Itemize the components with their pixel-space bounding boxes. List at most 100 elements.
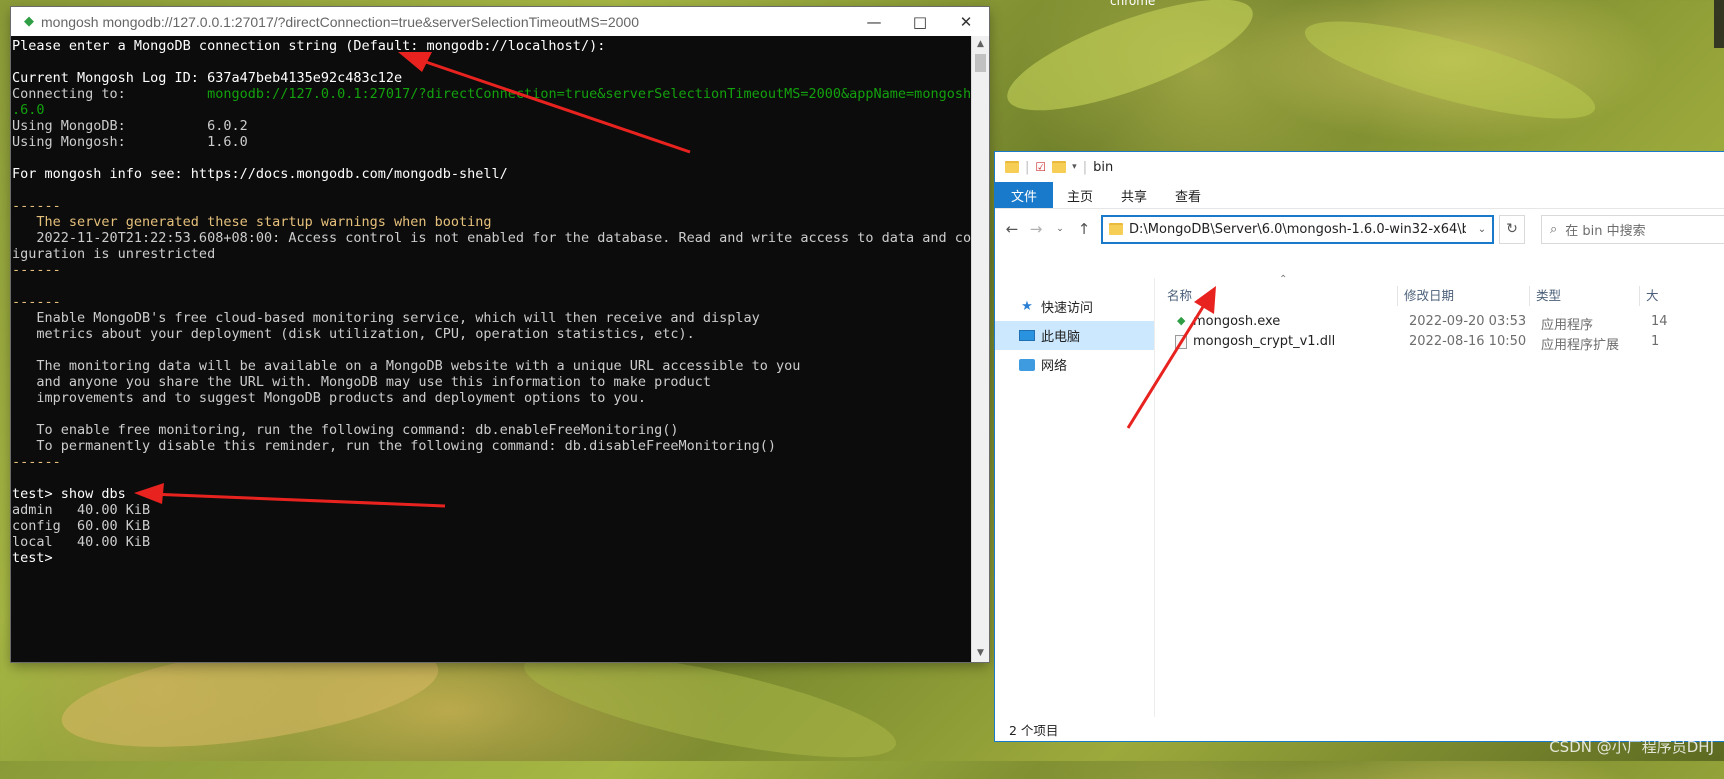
nav-item-quick-access[interactable]: ★ 快速访问 — [995, 292, 1154, 321]
file-date: 2022-08-16 10:50 — [1409, 334, 1527, 349]
file-type: 应用程序扩展 — [1541, 338, 1620, 353]
console-text: ------ — [12, 294, 61, 310]
close-button[interactable]: ✕ — [943, 7, 989, 36]
recent-locations-icon[interactable]: ⌄ — [1049, 224, 1071, 234]
ribbon-tabs: 文件 主页 共享 查看 — [995, 182, 1724, 209]
customize-toolbar-icon[interactable]: ▾ — [1072, 162, 1077, 172]
console-text: The monitoring data will be available on… — [12, 358, 801, 374]
refresh-button[interactable]: ↻ — [1499, 214, 1525, 244]
toolbar-separator: | — [1025, 159, 1030, 175]
terminal-console[interactable]: Please enter a MongoDB connection string… — [11, 36, 972, 662]
sort-ascending-icon: ⌃ — [1279, 274, 1288, 285]
console-line: admin 40.00 KiB — [12, 502, 972, 518]
search-icon: ⌕ — [1550, 221, 1558, 237]
console-text: and anyone you share the URL with. Mongo… — [12, 374, 711, 390]
new-folder-icon[interactable] — [1052, 161, 1067, 173]
file-row[interactable]: ◆ mongosh.exe 2022-09-20 03:53 应用程序 14 — [1155, 312, 1724, 333]
watermark: CSDN @小厂程序员DHJ — [1549, 738, 1714, 756]
console-line: ------ — [12, 454, 972, 470]
folder-icon — [1005, 161, 1019, 173]
search-placeholder[interactable]: 在 bin 中搜索 — [1565, 220, 1645, 239]
network-icon — [1019, 358, 1035, 371]
wallpaper-leaf — [995, 0, 1265, 133]
dll-file-icon — [1175, 335, 1187, 349]
window-title: bin — [1093, 159, 1114, 175]
console-line: 2022-11-20T21:22:53.608+08:00: Access co… — [12, 230, 972, 246]
mongodb-leaf-icon: ◆ — [24, 14, 34, 29]
back-arrow-icon[interactable]: ← — [1001, 220, 1023, 238]
console-line: config 60.00 KiB — [12, 518, 972, 534]
console-line: test> — [12, 550, 972, 566]
console-text: To permanently disable this reminder, ru… — [12, 438, 777, 454]
tab-share[interactable]: 共享 — [1107, 182, 1161, 208]
scroll-up-arrow-icon[interactable]: ▲ — [972, 36, 989, 53]
console-text: test> show dbs — [12, 486, 126, 502]
nav-item-label: 网络 — [1041, 359, 1068, 374]
column-header-date[interactable]: 修改日期 — [1397, 286, 1454, 306]
tab-home[interactable]: 主页 — [1053, 182, 1107, 208]
tab-view[interactable]: 查看 — [1161, 182, 1215, 208]
console-line: improvements and to suggest MongoDB prod… — [12, 390, 972, 406]
desktop-edge-handle — [1714, 0, 1724, 48]
address-bar[interactable]: D:\MongoDB\Server\6.0\mongosh-1.6.0-win3… — [1101, 214, 1494, 244]
console-text: iguration is unrestricted — [12, 246, 216, 262]
terminal-titlebar[interactable]: ◆ mongosh mongodb://127.0.0.1:27017/?dir… — [11, 7, 989, 36]
console-text: metrics about your deployment (disk util… — [12, 326, 695, 342]
address-dropdown-icon[interactable]: ⌄ — [1472, 224, 1492, 235]
maximize-button[interactable]: □ — [897, 7, 943, 36]
console-url: mongodb://127.0.0.1:27017/?directConnect… — [207, 86, 972, 102]
computer-icon — [1019, 330, 1035, 341]
item-count: 2 个项目 — [1009, 722, 1059, 738]
console-line: For mongosh info see: https://docs.mongo… — [12, 166, 972, 182]
console-line: iguration is unrestricted — [12, 246, 972, 262]
nav-item-this-pc[interactable]: 此电脑 — [995, 321, 1154, 350]
console-text: Connecting to: — [12, 86, 208, 102]
column-headers: ⌃ 名称 修改日期 类型 大 — [1155, 274, 1724, 310]
desktop-shortcut-label[interactable]: chrome — [1110, 0, 1155, 8]
file-row[interactable]: mongosh_crypt_v1.dll 2022-08-16 10:50 应用… — [1155, 332, 1724, 353]
explorer-body: ★ 快速访问 此电脑 网络 ⌃ 名称 修改日期 类型 大 ◆ mongosh.e… — [995, 274, 1724, 717]
console-line: Connecting to: mongodb://127.0.0.1:27017… — [12, 86, 972, 102]
wallpaper-leaf — [1297, 2, 1603, 138]
file-explorer-window[interactable]: | ☑ ▾ | bin 文件 主页 共享 查看 ← → ⌄ ↑ D:\Mongo… — [995, 152, 1724, 741]
console-text: ------ — [12, 454, 61, 470]
address-path[interactable]: D:\MongoDB\Server\6.0\mongosh-1.6.0-win3… — [1129, 222, 1466, 237]
console-line: metrics about your deployment (disk util… — [12, 326, 972, 342]
search-box[interactable]: ⌕ 在 bin 中搜索 — [1541, 214, 1724, 244]
console-text: Please enter a MongoDB connection string… — [12, 38, 606, 54]
nav-item-label: 快速访问 — [1041, 301, 1094, 316]
navigation-pane: ★ 快速访问 此电脑 网络 — [995, 278, 1155, 717]
console-text: local 40.00 KiB — [12, 534, 151, 550]
nav-item-network[interactable]: 网络 — [995, 350, 1154, 379]
up-arrow-icon[interactable]: ↑ — [1073, 220, 1095, 238]
column-header-name[interactable]: 名称 — [1161, 286, 1192, 306]
console-text: config 60.00 KiB — [12, 518, 151, 534]
file-type: 应用程序 — [1541, 318, 1594, 333]
console-text: ------ — [12, 262, 61, 278]
column-header-type[interactable]: 类型 — [1529, 286, 1561, 306]
scrollbar-thumb[interactable] — [975, 54, 986, 72]
terminal-scrollbar[interactable]: ▲ ▼ — [971, 36, 989, 662]
console-line: The server generated these startup warni… — [12, 214, 972, 230]
console-line: Current Mongosh Log ID: 637a47beb4135e92… — [12, 70, 972, 86]
tab-file[interactable]: 文件 — [995, 182, 1054, 208]
console-text: admin 40.00 KiB — [12, 502, 151, 518]
forward-arrow-icon[interactable]: → — [1025, 220, 1047, 238]
folder-icon — [1109, 223, 1123, 235]
console-line: ------ — [12, 198, 972, 214]
scroll-down-arrow-icon[interactable]: ▼ — [972, 645, 989, 662]
terminal-window[interactable]: ◆ mongosh mongodb://127.0.0.1:27017/?dir… — [11, 7, 989, 662]
column-header-size[interactable]: 大 — [1639, 286, 1659, 306]
console-line: ------ — [12, 294, 972, 310]
minimize-button[interactable]: — — [851, 7, 897, 36]
console-line: Enable MongoDB's free cloud-based monito… — [12, 310, 972, 326]
properties-icon[interactable]: ☑ — [1035, 160, 1046, 174]
console-line: and anyone you share the URL with. Mongo… — [12, 374, 972, 390]
console-line: Please enter a MongoDB connection string… — [12, 38, 972, 54]
quick-access-toolbar: | ☑ ▾ | bin — [995, 152, 1724, 182]
